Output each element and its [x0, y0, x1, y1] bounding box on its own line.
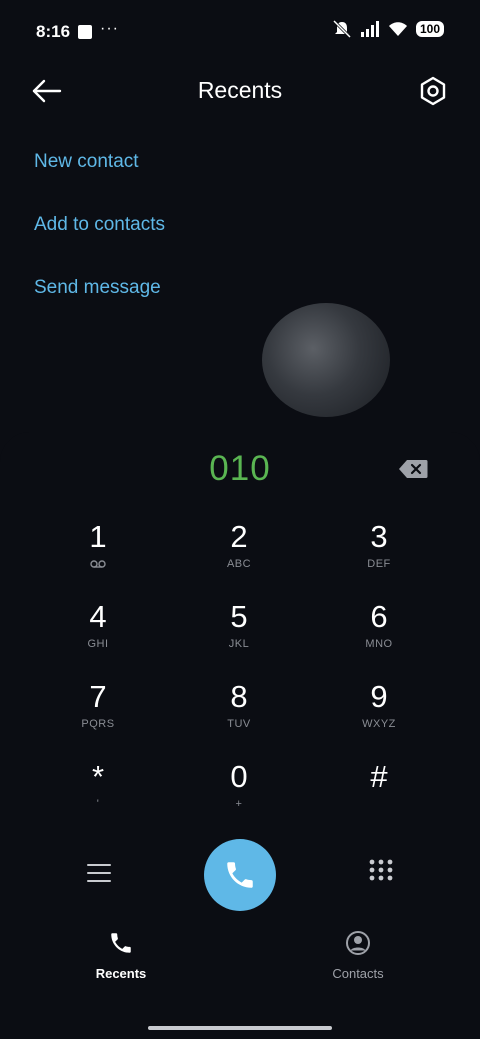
- backspace-button[interactable]: [398, 459, 428, 479]
- call-button[interactable]: [204, 839, 276, 911]
- key-8[interactable]: 8 TUV: [179, 680, 299, 752]
- wallpaper-moon: [262, 303, 390, 417]
- key-5[interactable]: 5 JKL: [179, 600, 299, 672]
- key-letters: MNO: [365, 638, 393, 650]
- status-time: 8:16: [36, 22, 71, 41]
- status-icons: 100: [332, 20, 444, 38]
- backspace-icon: [399, 460, 428, 478]
- dialer-actions: [0, 839, 480, 913]
- key-letters: DEF: [367, 558, 391, 570]
- tab-contacts[interactable]: Contacts: [298, 930, 418, 981]
- key-letters: ABC: [226, 558, 252, 570]
- wifi-icon: [388, 22, 407, 36]
- key-letters: TUV: [227, 718, 251, 730]
- key-3[interactable]: 3 DEF: [319, 520, 439, 592]
- key-letters: PQRS: [81, 718, 115, 730]
- hamburger-icon: [87, 864, 111, 882]
- signal-icon: [360, 21, 379, 37]
- key-letters: WXYZ: [362, 718, 396, 730]
- battery-indicator: 100: [415, 21, 444, 37]
- tab-recents[interactable]: Recents: [61, 930, 181, 981]
- person-circle-icon: [346, 931, 370, 955]
- key-9[interactable]: 9 WXYZ: [319, 680, 439, 752]
- key-hash[interactable]: #: [319, 760, 439, 832]
- key-letters: +: [235, 798, 243, 810]
- key-letters: GHI: [87, 638, 109, 650]
- dialpad-icon: [369, 859, 393, 881]
- dialpad-panel: 010 1 2 ABC 3 DEF 4 GHI 5 JKL 6 MNO 7 PQ…: [0, 432, 480, 1039]
- settings-button[interactable]: [418, 75, 448, 107]
- key-1[interactable]: 1: [38, 520, 158, 592]
- key-2[interactable]: 2 ABC: [179, 520, 299, 592]
- send-message-link[interactable]: Send message: [34, 274, 165, 337]
- key-6[interactable]: 6 MNO: [319, 600, 439, 672]
- add-to-contacts-link[interactable]: Add to contacts: [34, 211, 165, 274]
- status-bar: 8:16 ··· 100: [0, 0, 480, 64]
- tab-label: Contacts: [332, 966, 384, 981]
- key-digit: *: [91, 759, 105, 794]
- key-digit: 3: [370, 519, 388, 554]
- key-4[interactable]: 4 GHI: [38, 600, 158, 672]
- more-notifications-icon: ···: [100, 20, 119, 37]
- menu-button[interactable]: [86, 861, 112, 885]
- key-digit: #: [370, 759, 388, 794]
- new-contact-link[interactable]: New contact: [34, 148, 165, 211]
- key-digit: 1: [89, 519, 107, 554]
- key-digit: 5: [230, 599, 248, 634]
- hexagon-gear-icon: [420, 76, 446, 106]
- notification-square-icon: [78, 25, 92, 39]
- voicemail-icon: [90, 560, 106, 568]
- key-digit: 2: [230, 519, 248, 554]
- key-digit: 7: [89, 679, 107, 714]
- home-indicator[interactable]: [148, 1026, 332, 1030]
- header: Recents: [0, 64, 480, 118]
- mute-icon: [332, 20, 352, 38]
- phone-icon: [227, 862, 253, 888]
- key-7[interactable]: 7 PQRS: [38, 680, 158, 752]
- key-star[interactable]: * ': [38, 760, 158, 832]
- key-letters: JKL: [228, 638, 250, 650]
- phone-icon: [111, 933, 131, 953]
- key-digit: 0: [230, 759, 248, 794]
- key-digit: 6: [370, 599, 388, 634]
- action-list: New contact Add to contacts Send message: [34, 148, 165, 337]
- bottom-navigation: Recents Contacts: [0, 930, 480, 990]
- key-digit: 4: [89, 599, 107, 634]
- dialpad-toggle-button[interactable]: [369, 859, 393, 887]
- page-title: Recents: [197, 77, 283, 103]
- key-digit: 9: [370, 679, 388, 714]
- tab-label: Recents: [95, 966, 147, 981]
- key-digit: 8: [230, 679, 248, 714]
- key-letters: ': [96, 798, 100, 810]
- key-0[interactable]: 0 +: [179, 760, 299, 832]
